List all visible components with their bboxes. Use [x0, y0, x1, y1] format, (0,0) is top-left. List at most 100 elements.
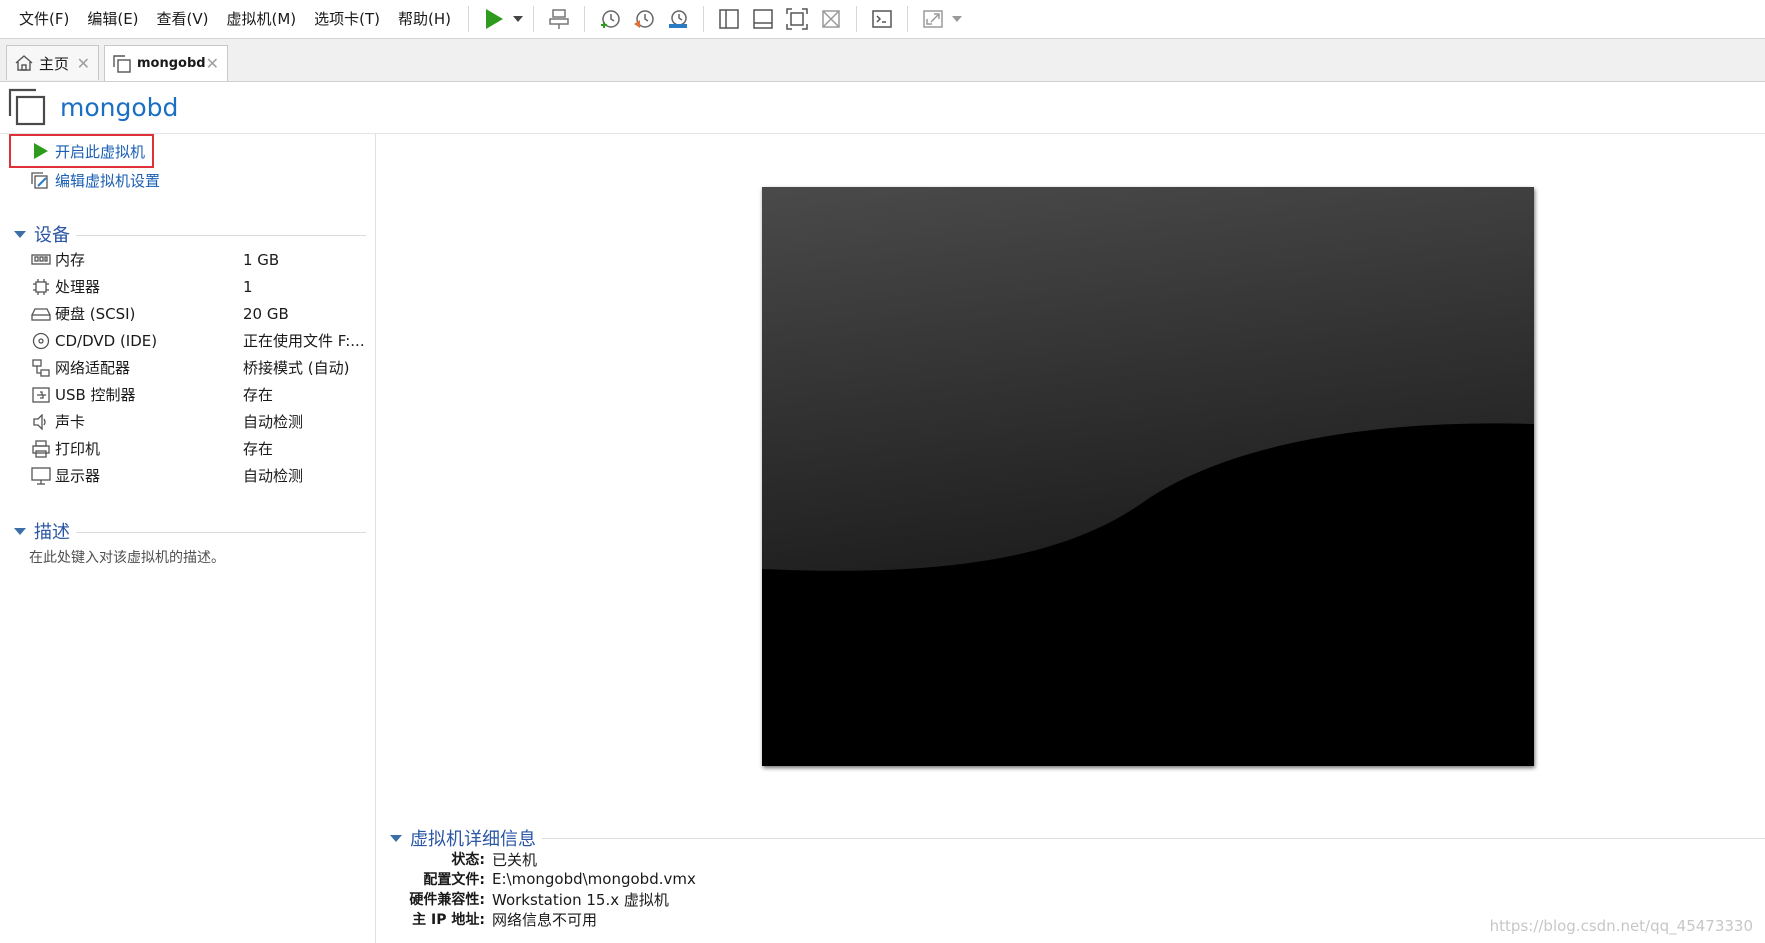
- vm-icon: [113, 54, 131, 73]
- revert-snapshot-button[interactable]: [629, 4, 659, 34]
- device-name: 硬盘 (SCSI): [55, 305, 136, 323]
- details-section-title: 虚拟机详细信息: [410, 829, 536, 850]
- tab-label: mongobd: [137, 56, 206, 71]
- detail-row-ip-address: 主 IP 地址: 网络信息不可用: [390, 909, 696, 929]
- unity-button[interactable]: [816, 4, 846, 34]
- device-value: 桥接模式 (自动): [243, 359, 350, 377]
- menu-tabs[interactable]: 选项卡(T): [305, 4, 389, 34]
- device-value: 正在使用文件 F:...: [243, 332, 365, 350]
- detail-value: 网络信息不可用: [492, 910, 598, 929]
- detail-value: 已关机: [492, 850, 538, 869]
- details-section-header[interactable]: 虚拟机详细信息: [390, 825, 1765, 851]
- display-icon: [30, 466, 52, 486]
- device-name: 声卡: [55, 413, 86, 431]
- device-value: 存在: [243, 440, 274, 458]
- detail-row-config-file: 配置文件: E:\mongobd\mongobd.vmx: [390, 869, 696, 889]
- devices-section-title: 设备: [34, 225, 70, 246]
- device-name: 显示器: [55, 467, 101, 485]
- menu-view[interactable]: 查看(V): [148, 4, 218, 34]
- memory-icon: [30, 250, 52, 270]
- menu-file[interactable]: 文件(F): [10, 4, 78, 34]
- library-view-icon: [719, 9, 739, 29]
- device-row-sound-card[interactable]: 声卡 自动检测: [30, 408, 370, 435]
- collapse-icon: [390, 834, 402, 842]
- edit-settings-icon: [31, 171, 48, 189]
- tab-label: 主页: [39, 54, 70, 73]
- device-list: 内存 1 GB 处理器 1 硬盘 (SCSI) 20 GB CD/DVD (ID…: [30, 246, 370, 489]
- device-row-usb-controller[interactable]: USB 控制器 存在: [30, 381, 370, 408]
- library-view-button[interactable]: [714, 4, 744, 34]
- snapshot-take-icon: [601, 10, 620, 28]
- detail-key: 状态:: [451, 852, 485, 868]
- fullscreen-button[interactable]: [782, 4, 812, 34]
- take-snapshot-button[interactable]: [595, 4, 625, 34]
- chevron-down-icon: [513, 16, 524, 22]
- divider: [542, 837, 1765, 839]
- chevron-down-icon: [952, 16, 963, 22]
- detail-key: 主 IP 地址:: [412, 912, 485, 928]
- devices-section-header[interactable]: 设备: [14, 221, 366, 247]
- device-value: 1 GB: [243, 250, 280, 269]
- vm-preview-screen[interactable]: [762, 187, 1534, 766]
- vm-summary-panel: 开启此虚拟机 编辑虚拟机设置 设备 内存 1 GB 处理器 1 硬盘 (SCSI…: [0, 134, 376, 943]
- detail-value: Workstation 15.x 虚拟机: [492, 890, 669, 909]
- toolbar-separator: [468, 6, 470, 32]
- device-row-printer[interactable]: 打印机 存在: [30, 435, 370, 462]
- device-row-display[interactable]: 显示器 自动检测: [30, 462, 370, 489]
- collapse-icon: [14, 230, 26, 238]
- close-icon[interactable]: ✕: [77, 54, 90, 73]
- toolbar-separator: [856, 6, 858, 32]
- device-row-network-adapter[interactable]: 网络适配器 桥接模式 (自动): [30, 354, 370, 381]
- device-name: 处理器: [55, 278, 101, 296]
- close-icon[interactable]: ✕: [206, 54, 219, 73]
- device-value: 1: [243, 277, 253, 296]
- edit-vm-settings-label: 编辑虚拟机设置: [55, 172, 161, 190]
- menu-toolbar-bar: 文件(F) 编辑(E) 查看(V) 虚拟机(M) 选项卡(T) 帮助(H): [0, 0, 1765, 39]
- stretch-dropdown-button[interactable]: [950, 4, 964, 34]
- console-view-button[interactable]: [867, 4, 897, 34]
- device-row-hard-disk[interactable]: 硬盘 (SCSI) 20 GB: [30, 300, 370, 327]
- device-value: 自动检测: [243, 467, 304, 485]
- divider: [76, 234, 366, 236]
- send-keys-button[interactable]: [544, 4, 574, 34]
- thumbnail-view-button[interactable]: [748, 4, 778, 34]
- home-icon: [15, 55, 33, 71]
- cd-dvd-icon: [30, 331, 52, 351]
- snapshot-manager-button[interactable]: [663, 4, 693, 34]
- watermark: https://blog.csdn.net/qq_45473330: [1489, 917, 1753, 935]
- vm-header: mongobd: [8, 87, 178, 127]
- power-on-vm-button[interactable]: 开启此虚拟机: [9, 134, 154, 168]
- tab-strip: 主页 ✕ mongobd ✕: [0, 39, 1765, 82]
- collapse-icon: [14, 527, 26, 535]
- menu-bar: 文件(F) 编辑(E) 查看(V) 虚拟机(M) 选项卡(T) 帮助(H): [0, 4, 460, 34]
- toolbar-separator: [703, 6, 705, 32]
- device-name: USB 控制器: [55, 386, 136, 404]
- menu-vm[interactable]: 虚拟机(M): [218, 4, 306, 34]
- play-icon: [486, 9, 504, 29]
- power-dropdown-button[interactable]: [511, 4, 525, 34]
- edit-vm-settings-button[interactable]: 编辑虚拟机设置: [31, 170, 160, 191]
- power-on-vm-label: 开启此虚拟机: [55, 142, 146, 161]
- device-row-memory[interactable]: 内存 1 GB: [30, 246, 370, 273]
- description-section-header[interactable]: 描述: [14, 518, 366, 544]
- device-row-processor[interactable]: 处理器 1: [30, 273, 370, 300]
- send-keys-icon: [549, 9, 569, 29]
- divider: [76, 531, 366, 533]
- description-input[interactable]: 在此处键入对该虚拟机的描述。: [29, 547, 225, 567]
- stretch-button[interactable]: [918, 4, 948, 34]
- menu-edit[interactable]: 编辑(E): [78, 4, 147, 34]
- detail-key: 配置文件:: [423, 872, 485, 888]
- menu-help[interactable]: 帮助(H): [389, 4, 460, 34]
- detail-row-state: 状态: 已关机: [390, 849, 696, 869]
- toolbar-separator: [533, 6, 535, 32]
- power-on-button[interactable]: [479, 4, 509, 34]
- snapshot-revert-icon: [634, 10, 654, 28]
- network-adapter-icon: [30, 358, 52, 378]
- tab-home[interactable]: 主页 ✕: [6, 45, 99, 80]
- toolbar-separator: [584, 6, 586, 32]
- tab-vm-mongobd[interactable]: mongobd ✕: [104, 45, 228, 81]
- printer-icon: [30, 439, 52, 459]
- device-row-cd-dvd[interactable]: CD/DVD (IDE) 正在使用文件 F:...: [30, 327, 370, 354]
- page-title: mongobd: [60, 92, 179, 122]
- detail-value: E:\mongobd\mongobd.vmx: [492, 870, 696, 888]
